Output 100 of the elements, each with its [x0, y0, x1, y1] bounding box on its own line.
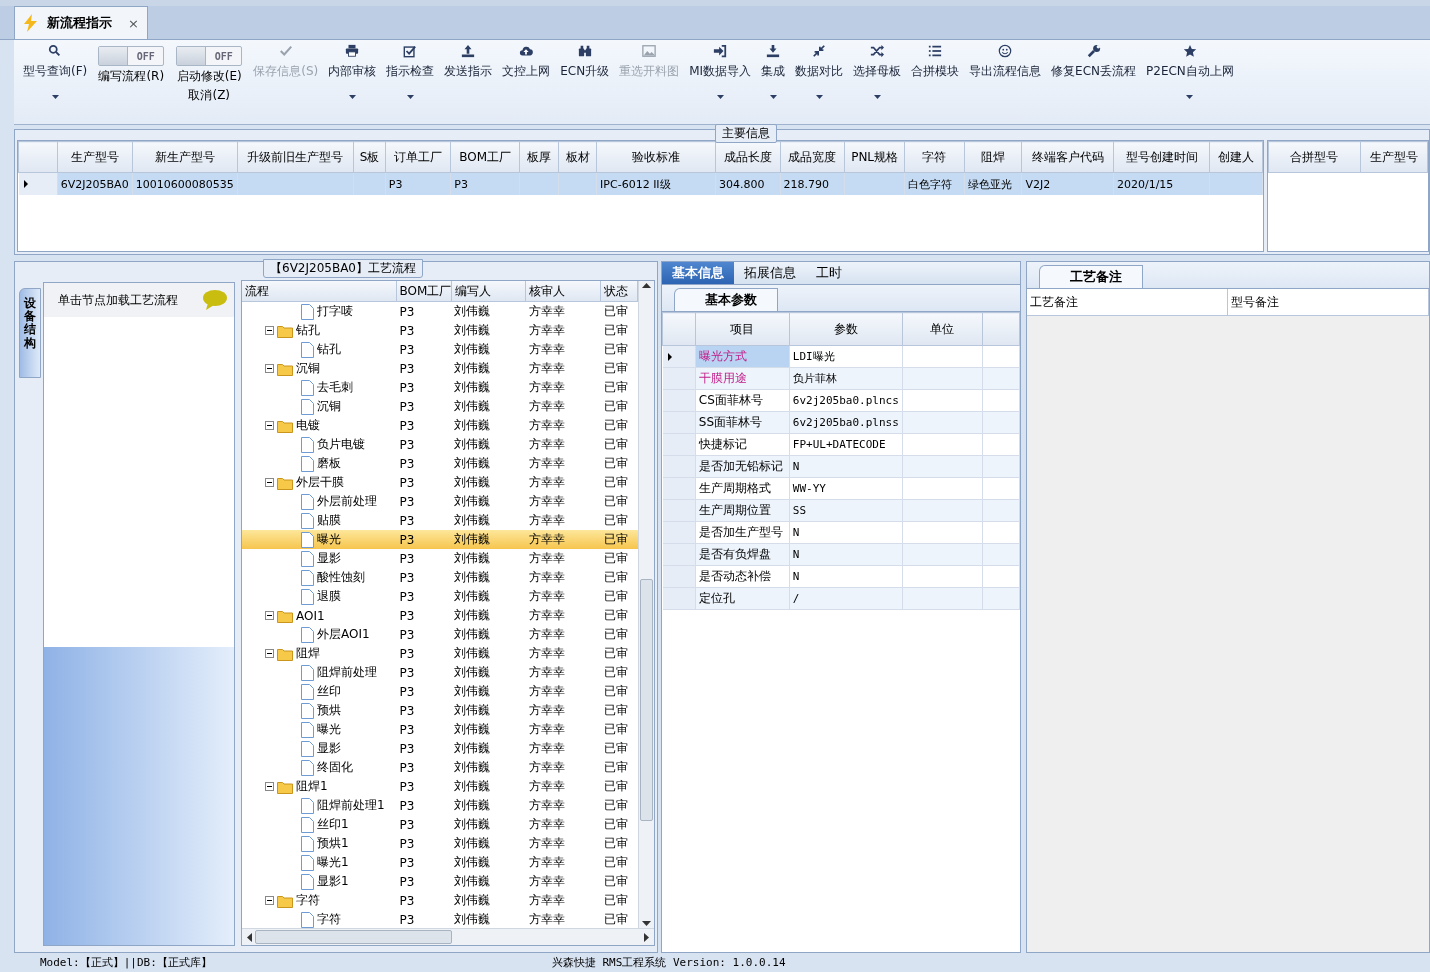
tree-row[interactable]: 外层AOI1 P3 刘伟巍 方幸幸 已审 [242, 625, 638, 644]
toolbar-button[interactable]: 选择母板 [848, 42, 907, 101]
column-header[interactable]: BOM工厂 [450, 141, 520, 173]
tree-row[interactable]: 显影 P3 刘伟巍 方幸幸 已审 [242, 549, 638, 568]
side-tab[interactable]: 设备结构 [19, 288, 41, 378]
collapse-icon[interactable] [265, 326, 274, 335]
column-header[interactable]: 字符 [904, 141, 965, 173]
column-header[interactable]: BOM工厂 [396, 281, 452, 301]
tree-row[interactable]: 钻孔 P3 刘伟巍 方幸幸 已审 [242, 321, 638, 340]
column-header[interactable]: 合拼型号 [1268, 141, 1361, 173]
tree-row[interactable]: 丝印 P3 刘伟巍 方幸幸 已审 [242, 682, 638, 701]
column-header[interactable]: 核审人 [526, 281, 602, 301]
toolbar-button[interactable]: ECN升级 [555, 42, 615, 82]
toolbar-button[interactable]: 数据对比 [790, 42, 849, 101]
column-header[interactable]: 成品宽度 [780, 141, 845, 173]
param-row[interactable]: 是否加无铅标记 N [662, 455, 1020, 478]
toolbar-button[interactable]: MI数据导入 [684, 42, 757, 101]
tree-row[interactable]: 沉铜 P3 刘伟巍 方幸幸 已审 [242, 359, 638, 378]
tree-row[interactable]: 负片电镀 P3 刘伟巍 方幸幸 已审 [242, 435, 638, 454]
tree-row[interactable]: 显影1 P3 刘伟巍 方幸幸 已审 [242, 872, 638, 891]
tree-row[interactable]: 字符 P3 刘伟巍 方幸幸 已审 [242, 910, 638, 928]
column-header[interactable]: 流程 [242, 281, 397, 301]
column-header[interactable]: 创建人 [1209, 141, 1263, 173]
param-row[interactable]: 生产周期位置 SS [662, 499, 1020, 522]
tree-row[interactable]: 退膜 P3 刘伟巍 方幸幸 已审 [242, 587, 638, 606]
column-header[interactable]: 验收标准 [596, 141, 716, 173]
column-header[interactable]: 阻焊 [964, 141, 1022, 173]
tree-row[interactable]: 酸性蚀刻 P3 刘伟巍 方幸幸 已审 [242, 568, 638, 587]
param-row[interactable]: 干膜用途 负片菲林 [662, 367, 1020, 390]
column-header[interactable]: 终端客户代码 [1022, 141, 1114, 173]
toolbar-button[interactable]: 型号查询(F) [18, 42, 93, 101]
tree-row[interactable]: 曝光 P3 刘伟巍 方幸幸 已审 [242, 530, 638, 549]
tree-row[interactable]: 阻焊前处理 P3 刘伟巍 方幸幸 已审 [242, 663, 638, 682]
param-row[interactable]: 曝光方式 LDI曝光 [662, 345, 1020, 368]
toolbar-button[interactable]: P2ECN自动上网 [1141, 42, 1239, 101]
tree-row[interactable]: 阻焊1 P3 刘伟巍 方幸幸 已审 [242, 777, 638, 796]
scroll-up-icon[interactable] [642, 281, 651, 290]
toolbar-button[interactable]: 集成 [756, 42, 791, 101]
close-icon[interactable]: × [128, 15, 139, 31]
tree-row[interactable]: 钻孔 P3 刘伟巍 方幸幸 已审 [242, 340, 638, 359]
column-header[interactable]: 单位 [902, 312, 983, 346]
param-row[interactable]: 定位孔 / [662, 587, 1020, 610]
column-header[interactable]: 新生产型号 [132, 141, 238, 173]
toolbar-button[interactable]: 合拼模块 [906, 42, 965, 82]
tree-row[interactable]: 曝光 P3 刘伟巍 方幸幸 已审 [242, 720, 638, 739]
param-row[interactable]: SS面菲林号 6v2j205ba0.plnss [662, 411, 1020, 434]
toolbar-button[interactable]: 导出流程信息 [964, 42, 1047, 82]
document-tab[interactable]: 新流程指示 × [14, 6, 148, 39]
tree-row[interactable]: 外层前处理 P3 刘伟巍 方幸幸 已审 [242, 492, 638, 511]
tree-row[interactable]: 去毛刺 P3 刘伟巍 方幸幸 已审 [242, 378, 638, 397]
toolbar-button[interactable]: 发送指示 [439, 42, 498, 82]
column-header[interactable]: 生产型号 [57, 141, 133, 173]
toggle-switch[interactable]: OFF [176, 46, 243, 66]
tree-row[interactable]: 阻焊前处理1 P3 刘伟巍 方幸幸 已审 [242, 796, 638, 815]
column-header[interactable]: 参数 [789, 312, 903, 346]
tab[interactable]: 拓展信息 [734, 262, 806, 284]
collapse-icon[interactable] [265, 896, 274, 905]
tab[interactable]: 工时 [806, 262, 852, 284]
vertical-scrollbar[interactable] [638, 281, 654, 928]
column-header[interactable]: 升级前旧生产型号 [237, 141, 354, 173]
column-header[interactable]: 生产型号 [1360, 141, 1428, 173]
column-header[interactable]: 型号创建时间 [1113, 141, 1210, 173]
collapse-icon[interactable] [265, 421, 274, 430]
sub-tab[interactable]: 工艺备注 [1039, 265, 1143, 288]
tab[interactable]: 基本信息 [662, 262, 734, 284]
column-header[interactable]: 项目 [695, 312, 790, 346]
collapse-icon[interactable] [265, 478, 274, 487]
tree-row[interactable]: 终固化 P3 刘伟巍 方幸幸 已审 [242, 758, 638, 777]
toolbar-button[interactable]: 指示检查 [381, 42, 440, 101]
tree-row[interactable]: 预烘 P3 刘伟巍 方幸幸 已审 [242, 701, 638, 720]
tree-row[interactable]: 曝光1 P3 刘伟巍 方幸幸 已审 [242, 853, 638, 872]
table-row[interactable]: 6V2J205BA0 10010600080535 P3 P3 IPC-6012 II级 304.800 218.790 白色字符 绿色亚光 V2J2 2020/1/15 [18, 172, 1263, 195]
column-header[interactable]: 成品长度 [715, 141, 781, 173]
param-row[interactable]: 是否有负焊盘 N [662, 543, 1020, 566]
collapse-icon[interactable] [265, 649, 274, 658]
tree-row[interactable]: 磨板 P3 刘伟巍 方幸幸 已审 [242, 454, 638, 473]
sub-tab[interactable]: 基本参数 [674, 288, 778, 311]
tree-row[interactable]: 阻焊 P3 刘伟巍 方幸幸 已审 [242, 644, 638, 663]
tree-row[interactable]: 显影 P3 刘伟巍 方幸幸 已审 [242, 739, 638, 758]
column-header[interactable]: 板材 [558, 141, 597, 173]
collapse-icon[interactable] [265, 782, 274, 791]
param-row[interactable]: CS面菲林号 6v2j205ba0.plncs [662, 389, 1020, 412]
tree-row[interactable]: 电镀 P3 刘伟巍 方幸幸 已审 [242, 416, 638, 435]
tree-row[interactable]: 丝印1 P3 刘伟巍 方幸幸 已审 [242, 815, 638, 834]
tree-row[interactable]: 贴膜 P3 刘伟巍 方幸幸 已审 [242, 511, 638, 530]
scroll-right-icon[interactable] [642, 932, 651, 942]
collapse-icon[interactable] [265, 364, 274, 373]
toolbar-button[interactable]: 文控上网 [497, 42, 556, 82]
param-row[interactable]: 生产周期格式 WW-YY [662, 477, 1020, 500]
horizontal-scrollbar[interactable] [242, 928, 654, 945]
collapse-icon[interactable] [265, 611, 274, 620]
column-header[interactable]: 订单工厂 [385, 141, 451, 173]
toggle-switch[interactable]: OFF [98, 46, 165, 66]
column-header[interactable]: 编写人 [451, 281, 527, 301]
tree-row[interactable]: 字符 P3 刘伟巍 方幸幸 已审 [242, 891, 638, 910]
tree-row[interactable]: 预烘1 P3 刘伟巍 方幸幸 已审 [242, 834, 638, 853]
column-header[interactable]: 板厚 [519, 141, 559, 173]
toolbar-button[interactable]: 修复ECN丢流程 [1046, 42, 1142, 82]
tree-row[interactable]: 外层干膜 P3 刘伟巍 方幸幸 已审 [242, 473, 638, 492]
param-row[interactable]: 快捷标记 FP+UL+DATECODE [662, 433, 1020, 456]
